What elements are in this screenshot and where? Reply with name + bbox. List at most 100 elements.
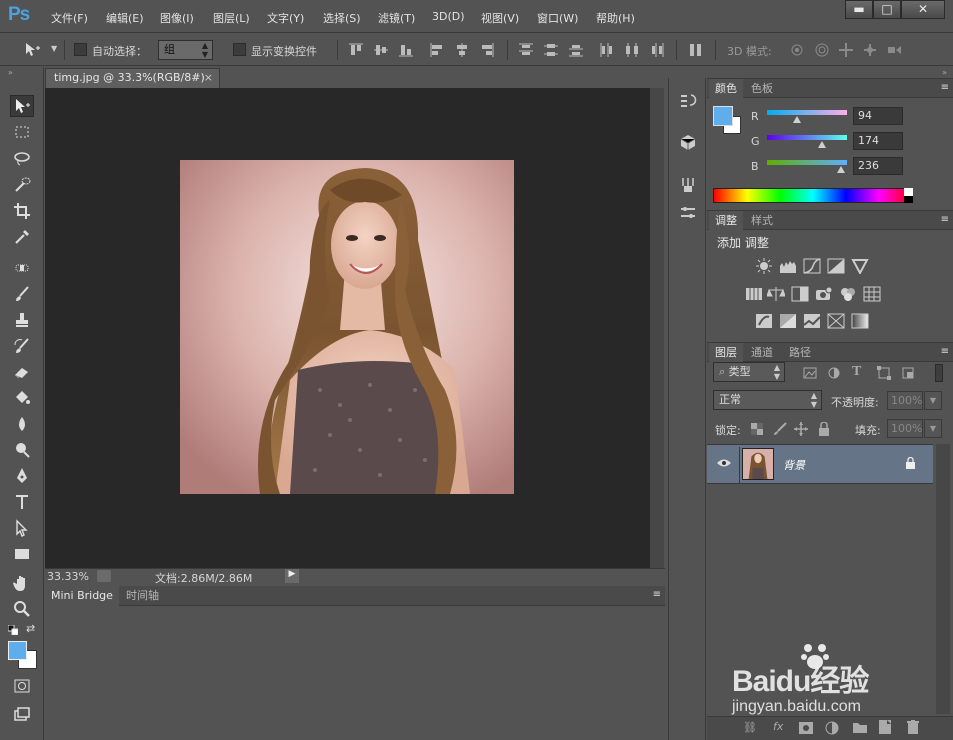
menu-select[interactable]: 选择(S): [323, 10, 361, 26]
align-top-icon[interactable]: [348, 42, 364, 58]
tab-channels[interactable]: 通道: [745, 343, 779, 363]
color-lookup-icon[interactable]: [863, 286, 881, 302]
auto-select-dropdown[interactable]: 组 ▲ ▼: [158, 40, 213, 60]
distribute-hcenter-icon[interactable]: [624, 42, 640, 58]
brush-tool[interactable]: [10, 283, 34, 305]
screen-mode-tool[interactable]: [10, 703, 34, 725]
spectrum-black[interactable]: [904, 196, 913, 203]
spectrum-white[interactable]: [904, 188, 913, 196]
close-button[interactable]: ✕: [901, 0, 945, 19]
rectangle-tool[interactable]: [10, 543, 34, 565]
align-vcenter-icon[interactable]: [373, 42, 389, 58]
distribute-left-icon[interactable]: [599, 42, 615, 58]
pen-tool[interactable]: [10, 465, 34, 487]
tab-layers[interactable]: 图层: [709, 343, 743, 363]
distribute-right-icon[interactable]: [649, 42, 665, 58]
g-value[interactable]: 174: [853, 132, 903, 150]
crop-tool[interactable]: [10, 200, 34, 222]
collapse-icon[interactable]: »: [8, 68, 13, 77]
3d-rotate-icon[interactable]: [789, 42, 805, 58]
menu-image[interactable]: 图像(I): [160, 10, 194, 26]
marquee-tool[interactable]: [10, 121, 34, 143]
eyedropper-tool[interactable]: [10, 226, 34, 248]
layer-filter-dropdown[interactable]: ⌕ 类型 ▲ ▼: [713, 362, 785, 382]
r-slider[interactable]: [767, 110, 847, 115]
menu-help[interactable]: 帮助(H): [596, 10, 635, 26]
layer-row-background[interactable]: 背景: [707, 444, 933, 484]
document-image[interactable]: [180, 160, 514, 494]
color-spectrum[interactable]: [713, 188, 913, 203]
channel-mixer-icon[interactable]: [839, 286, 857, 302]
healing-brush-tool[interactable]: [10, 257, 34, 279]
fx-icon[interactable]: fx: [773, 720, 783, 733]
fill-input[interactable]: 100%: [887, 419, 923, 438]
trash-icon[interactable]: [907, 720, 919, 734]
selective-color-icon[interactable]: [827, 313, 845, 329]
opacity-input[interactable]: 100%: [887, 391, 923, 410]
opacity-chevron-icon[interactable]: ▼: [924, 391, 942, 410]
move-tool-icon[interactable]: [24, 42, 40, 58]
document-tab[interactable]: timg.jpg @ 33.3%(RGB/8#) ×: [45, 68, 220, 88]
new-layer-icon[interactable]: [879, 720, 891, 734]
b-slider-thumb[interactable]: [837, 166, 845, 173]
path-select-tool[interactable]: [10, 517, 34, 539]
hand-tool[interactable]: [10, 572, 34, 594]
vibrance-icon[interactable]: [851, 258, 869, 274]
align-hcenter-icon[interactable]: [454, 42, 470, 58]
maximize-button[interactable]: □: [873, 0, 901, 19]
tab-paths[interactable]: 路径: [783, 343, 817, 363]
move-tool[interactable]: [10, 95, 34, 117]
3d-slide-icon[interactable]: [862, 42, 878, 58]
vertical-scrollbar[interactable]: [650, 88, 664, 568]
adjust-panel-menu-icon[interactable]: ≡: [941, 214, 949, 225]
blur-tool[interactable]: [10, 413, 34, 435]
menu-type[interactable]: 文字(Y): [267, 10, 304, 26]
3d-cube-icon[interactable]: [679, 133, 697, 151]
status-menu-arrow-icon[interactable]: ▶: [285, 569, 299, 583]
3d-drag-icon[interactable]: [838, 42, 854, 58]
lock-transparent-icon[interactable]: [751, 423, 763, 435]
layers-panel-menu-icon[interactable]: ≡: [941, 346, 949, 357]
lasso-tool[interactable]: [10, 147, 34, 169]
filter-type-icon[interactable]: T: [852, 364, 861, 380]
align-bottom-icon[interactable]: [398, 42, 414, 58]
align-right-icon[interactable]: [479, 42, 495, 58]
dodge-tool[interactable]: [10, 439, 34, 461]
color-panel-menu-icon[interactable]: ≡: [941, 82, 949, 93]
zoom-tool[interactable]: [10, 598, 34, 620]
tab-styles[interactable]: 样式: [745, 211, 779, 231]
distribute-top-icon[interactable]: [518, 42, 534, 58]
brush-preset-icon[interactable]: [679, 176, 697, 194]
menu-edit[interactable]: 编辑(E): [106, 10, 144, 26]
invert-icon[interactable]: [755, 313, 773, 329]
fg-color-box[interactable]: [713, 106, 733, 126]
r-slider-thumb[interactable]: [793, 116, 801, 123]
tool-preset-icon[interactable]: [679, 204, 697, 222]
group-icon[interactable]: [853, 721, 867, 733]
close-tab-icon[interactable]: ×: [204, 69, 213, 87]
history-icon[interactable]: [679, 92, 697, 110]
tool-preset-chevron-icon[interactable]: ▼: [51, 44, 57, 53]
g-slider[interactable]: [767, 135, 847, 140]
color-balance-icon[interactable]: [767, 286, 785, 302]
quick-select-tool[interactable]: [10, 174, 34, 196]
expand-icon[interactable]: »: [942, 68, 947, 77]
clone-stamp-tool[interactable]: [10, 309, 34, 331]
b-slider[interactable]: [767, 160, 847, 165]
auto-select-checkbox[interactable]: [74, 43, 87, 56]
tab-adjustments[interactable]: 调整: [709, 211, 743, 231]
posterize-icon[interactable]: [779, 313, 797, 329]
filter-toggle[interactable]: [935, 364, 943, 382]
history-brush-tool[interactable]: [10, 335, 34, 357]
black-white-icon[interactable]: [791, 286, 809, 302]
lock-pixels-icon[interactable]: [773, 422, 787, 436]
blend-mode-dropdown[interactable]: 正常 ▲ ▼: [713, 390, 822, 410]
tab-timeline[interactable]: 时间轴: [120, 586, 165, 606]
quick-mask-tool[interactable]: [10, 675, 34, 697]
menu-file[interactable]: 文件(F): [51, 10, 88, 26]
hue-saturation-icon[interactable]: [745, 286, 763, 302]
menu-layer[interactable]: 图层(L): [213, 10, 250, 26]
mask-icon[interactable]: [799, 722, 813, 734]
adjustment-layer-icon[interactable]: [825, 721, 839, 735]
auto-align-icon[interactable]: [688, 42, 704, 58]
